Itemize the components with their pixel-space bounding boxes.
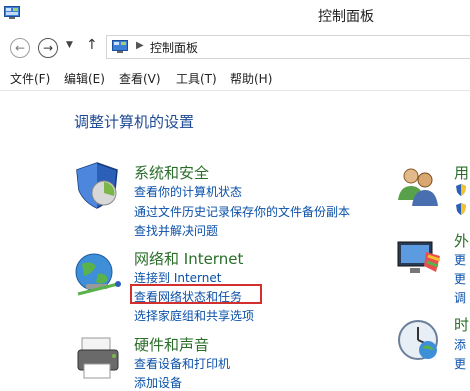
clock-icon bbox=[398, 320, 438, 360]
menu-file[interactable]: 文件(F) bbox=[10, 70, 50, 87]
window-title: 控制面板 bbox=[318, 9, 374, 25]
arrow-up-icon: ↑ bbox=[86, 37, 98, 53]
shield-icon bbox=[76, 162, 118, 209]
control-panel-icon bbox=[4, 6, 20, 19]
arrow-left-icon: ← bbox=[14, 41, 26, 55]
breadcrumb[interactable]: 控制面板 bbox=[150, 39, 198, 56]
menu-view[interactable]: 查看(V) bbox=[119, 70, 161, 87]
category-user-accounts[interactable]: 用 bbox=[454, 162, 469, 183]
link-appearance-2[interactable]: 更 bbox=[454, 270, 466, 287]
link-view-computer-status[interactable]: 查看你的计算机状态 bbox=[134, 183, 242, 200]
category-clock-region[interactable]: 时 bbox=[454, 314, 469, 335]
menu-tools[interactable]: 工具(T) bbox=[176, 70, 217, 87]
link-clock-1[interactable]: 添 bbox=[454, 336, 466, 353]
forward-button[interactable]: → bbox=[38, 38, 58, 58]
printer-icon bbox=[77, 337, 119, 379]
link-appearance-1[interactable]: 更 bbox=[454, 251, 466, 268]
network-globe-icon bbox=[75, 253, 121, 296]
category-network-internet[interactable]: 网络和 Internet bbox=[134, 248, 243, 269]
link-appearance-3[interactable]: 调 bbox=[454, 289, 466, 306]
chevron-down-icon: ▼ bbox=[66, 40, 73, 50]
link-homegroup-sharing[interactable]: 选择家庭组和共享选项 bbox=[134, 307, 254, 324]
recent-locations-button[interactable]: ▼ bbox=[66, 40, 73, 50]
link-file-history-backup[interactable]: 通过文件历史记录保存你的文件备份副本 bbox=[134, 203, 350, 220]
link-clock-2[interactable]: 更 bbox=[454, 355, 466, 372]
category-hardware-sound[interactable]: 硬件和声音 bbox=[134, 334, 209, 355]
up-button[interactable]: ↑ bbox=[86, 37, 98, 53]
link-devices-printers[interactable]: 查看设备和打印机 bbox=[134, 355, 230, 372]
control-panel-icon bbox=[112, 40, 128, 53]
highlight-annotation bbox=[130, 284, 262, 304]
users-icon bbox=[398, 168, 438, 206]
category-appearance[interactable]: 外 bbox=[454, 230, 469, 251]
menu-edit[interactable]: 编辑(E) bbox=[64, 70, 105, 87]
page-title: 调整计算机的设置 bbox=[74, 113, 195, 131]
arrow-right-icon: → bbox=[42, 41, 54, 55]
link-add-device[interactable]: 添加设备 bbox=[134, 374, 182, 391]
link-troubleshoot[interactable]: 查找并解决问题 bbox=[134, 222, 218, 239]
back-button[interactable]: ← bbox=[10, 38, 30, 58]
display-icon bbox=[397, 241, 441, 273]
category-system-security[interactable]: 系统和安全 bbox=[134, 162, 209, 183]
title-bar bbox=[0, 0, 470, 30]
menu-help[interactable]: 帮助(H) bbox=[230, 70, 272, 87]
uac-shield-icon bbox=[456, 203, 466, 215]
uac-shield-icon bbox=[456, 184, 466, 196]
breadcrumb-separator-icon[interactable]: ▶ bbox=[136, 40, 144, 51]
